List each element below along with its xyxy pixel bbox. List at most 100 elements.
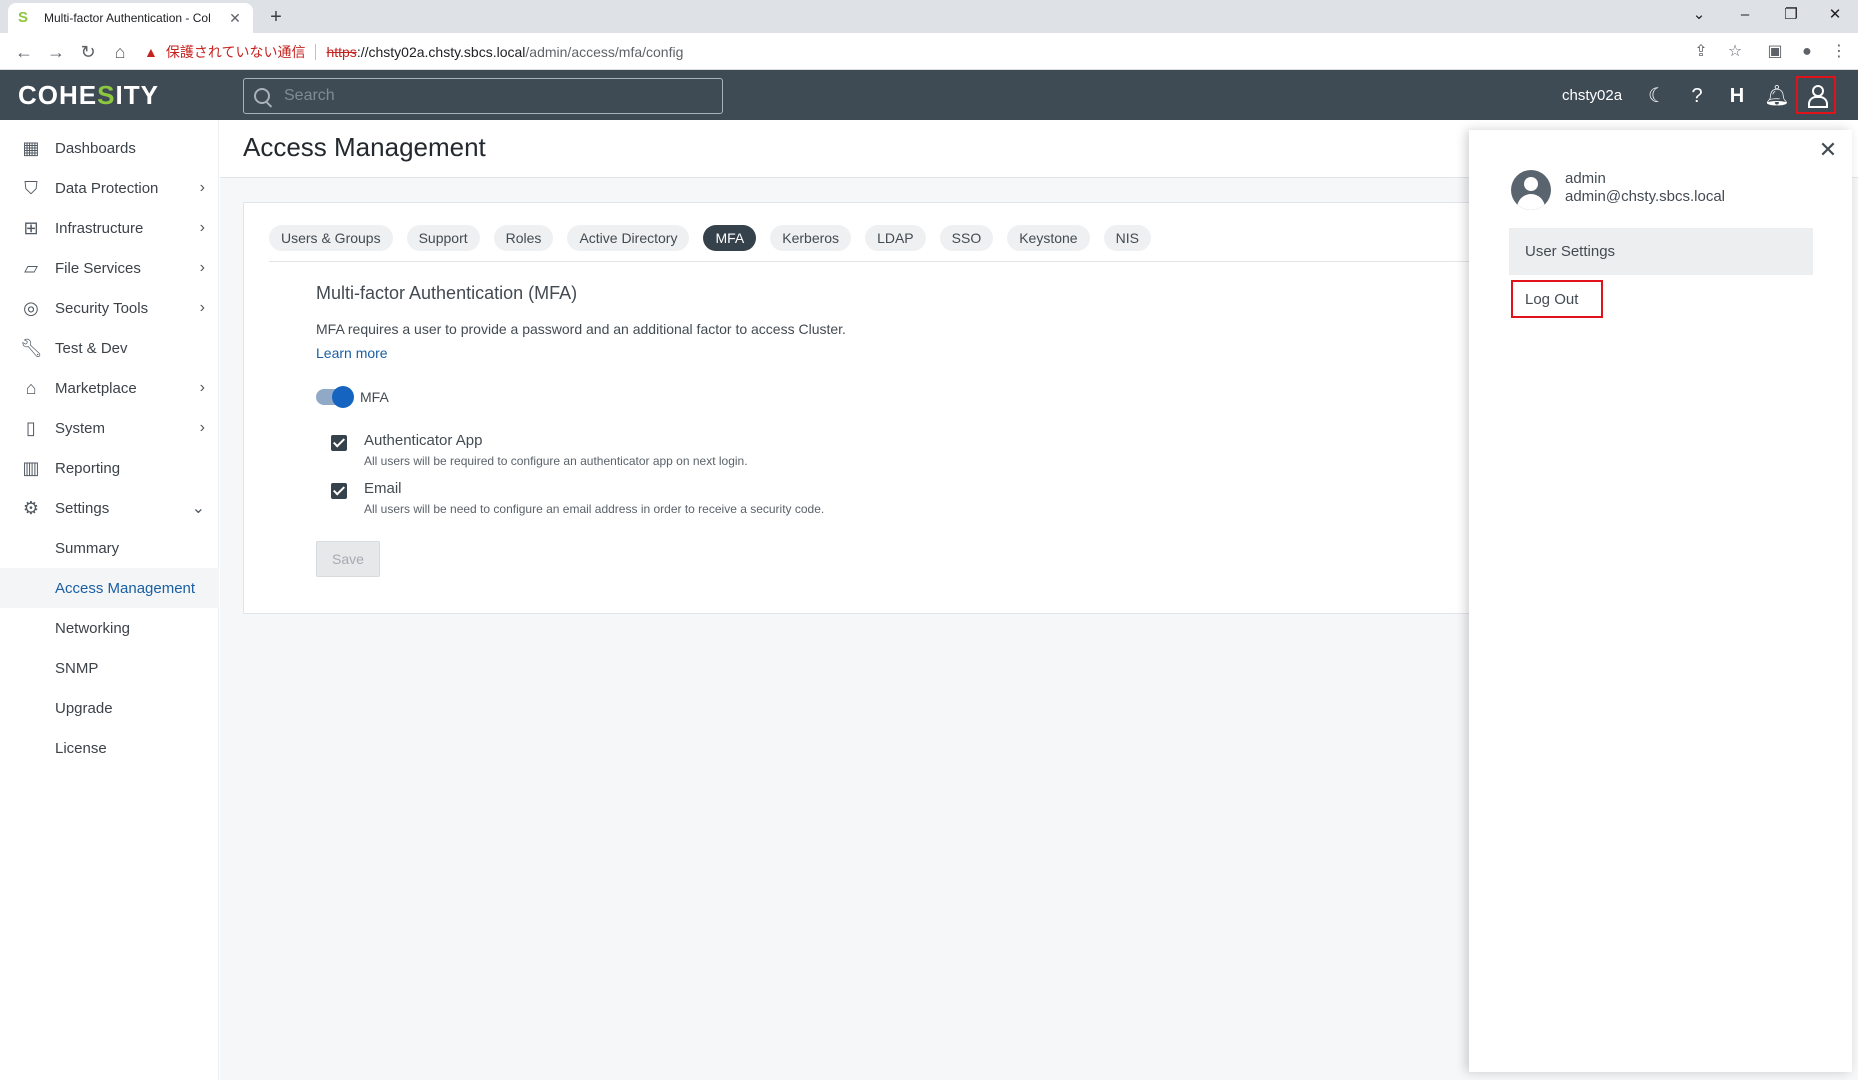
- sidebar-item-system[interactable]: ▯ System ›: [0, 408, 219, 448]
- tab-search-chevron-icon[interactable]: ⌄: [1676, 0, 1722, 33]
- warning-icon: ▲: [144, 44, 158, 60]
- browser-address-bar: ← → ↻ ⌂ ▲ 保護されていない通信 https ://chsty02a.c…: [0, 33, 1858, 70]
- tab-support[interactable]: Support: [406, 225, 480, 251]
- new-tab-icon[interactable]: +: [264, 6, 288, 30]
- profile-icon[interactable]: ●: [1794, 39, 1820, 65]
- tab-close-icon[interactable]: ✕: [227, 10, 243, 27]
- mfa-toggle[interactable]: [316, 386, 354, 408]
- url-protocol: https: [326, 44, 357, 60]
- email-checkbox[interactable]: [331, 483, 347, 499]
- fingerprint-icon: ◎: [23, 298, 39, 318]
- bell-icon[interactable]: 🔔︎: [1764, 83, 1790, 109]
- chevron-right-icon: ›: [199, 379, 205, 396]
- access-tabs: Users & Groups Support Roles Active Dire…: [269, 225, 1165, 251]
- chevron-right-icon: ›: [199, 179, 205, 196]
- sidebar-subitem-upgrade[interactable]: Upgrade: [0, 688, 219, 728]
- user-email: admin@chsty.sbcs.local: [1565, 188, 1726, 205]
- sidebar-subitem-access-management[interactable]: Access Management: [0, 568, 219, 608]
- dashboard-icon: ▦: [22, 138, 40, 158]
- sidebar-subitem-networking[interactable]: Networking: [0, 608, 219, 648]
- user-menu-button[interactable]: [1796, 76, 1836, 114]
- user-icon: [1807, 85, 1828, 108]
- avatar: [1511, 170, 1551, 210]
- search-input[interactable]: [284, 87, 704, 105]
- minimize-icon[interactable]: –: [1722, 0, 1768, 33]
- authenticator-app-subtitle: All users will be required to configure …: [364, 454, 748, 468]
- mfa-toggle-label: MFA: [360, 389, 389, 405]
- wrench-icon: 🔧︎: [20, 338, 43, 358]
- browser-menu-icon[interactable]: ⋮: [1826, 39, 1852, 65]
- cluster-name[interactable]: chsty02a: [1562, 87, 1622, 104]
- mfa-description: MFA requires a user to provide a passwor…: [316, 321, 846, 337]
- close-icon[interactable]: ✕: [1816, 138, 1840, 162]
- sidebar: ▦ Dashboards ⛉ Data Protection › ⊞ Infra…: [0, 120, 219, 1080]
- sidebar-item-settings[interactable]: ⚙ Settings ⌄: [0, 488, 219, 528]
- dark-mode-moon-icon[interactable]: ☾: [1644, 83, 1670, 109]
- sidebar-subitem-license[interactable]: License: [0, 728, 219, 768]
- window-close-icon[interactable]: ✕: [1812, 0, 1858, 33]
- url-separator: [315, 44, 317, 60]
- url-field[interactable]: ▲ 保護されていない通信 https ://chsty02a.chsty.sbc…: [144, 39, 683, 65]
- url-path: /admin/access/mfa/config: [525, 44, 684, 60]
- section-title: Multi-factor Authentication (MFA): [316, 283, 578, 303]
- mfa-card: Users & Groups Support Roles Active Dire…: [243, 202, 1664, 614]
- search-icon: [254, 88, 270, 104]
- url-host: ://chsty02a.chsty.sbcs.local: [356, 44, 526, 60]
- chevron-right-icon: ›: [199, 259, 205, 276]
- tab-users-groups[interactable]: Users & Groups: [269, 225, 393, 251]
- user-menu-panel: ✕ admin admin@chsty.sbcs.local User Sett…: [1469, 130, 1852, 1072]
- forward-icon[interactable]: →: [42, 38, 70, 66]
- restore-icon[interactable]: ❐: [1768, 0, 1814, 33]
- global-search[interactable]: [243, 78, 723, 114]
- browser-tab[interactable]: S Multi-factor Authentication - Col ✕: [8, 3, 253, 33]
- cohesity-logo[interactable]: COHESITY: [18, 80, 159, 111]
- chevron-right-icon: ›: [199, 419, 205, 436]
- tab-sso[interactable]: SSO: [939, 225, 994, 251]
- bookmark-star-icon[interactable]: ☆: [1722, 39, 1748, 65]
- browser-tab-bar: S Multi-factor Authentication - Col ✕ + …: [0, 0, 1858, 33]
- sidebar-item-data-protection[interactable]: ⛉ Data Protection ›: [0, 168, 219, 208]
- side-panel-icon[interactable]: ▣: [1762, 39, 1788, 65]
- log-out-menu-item[interactable]: Log Out: [1511, 280, 1603, 318]
- learn-more-link[interactable]: Learn more: [316, 345, 388, 361]
- system-icon: ▯: [26, 418, 36, 438]
- tab-ldap[interactable]: LDAP: [865, 225, 926, 251]
- authenticator-app-checkbox[interactable]: [331, 435, 347, 451]
- authenticator-app-title: Authenticator App: [364, 432, 483, 449]
- back-icon[interactable]: ←: [10, 38, 38, 66]
- save-button[interactable]: Save: [316, 541, 380, 577]
- user-name: admin: [1565, 170, 1606, 187]
- browser-tab-title: Multi-factor Authentication - Col: [44, 11, 211, 25]
- security-warning[interactable]: 保護されていない通信: [166, 42, 306, 62]
- tab-keystone[interactable]: Keystone: [1007, 225, 1090, 251]
- chart-icon: ▥: [22, 458, 40, 478]
- tab-roles[interactable]: Roles: [493, 225, 554, 251]
- user-settings-menu-item[interactable]: User Settings: [1509, 228, 1813, 275]
- sidebar-item-reporting[interactable]: ▥ Reporting: [0, 448, 219, 488]
- sidebar-item-file-services[interactable]: ▱ File Services ›: [0, 248, 219, 288]
- chevron-right-icon: ›: [199, 219, 205, 236]
- tab-mfa[interactable]: MFA: [703, 225, 757, 251]
- shield-icon: ⛉: [24, 178, 38, 198]
- page-title: Access Management: [243, 132, 486, 162]
- tab-kerberos[interactable]: Kerberos: [770, 225, 852, 251]
- tab-active-directory[interactable]: Active Directory: [567, 225, 690, 251]
- tab-nis[interactable]: NIS: [1103, 225, 1151, 251]
- reload-icon[interactable]: ↻: [74, 38, 102, 66]
- sidebar-item-test-dev[interactable]: 🔧︎ Test & Dev: [0, 328, 219, 368]
- sidebar-subitem-snmp[interactable]: SNMP: [0, 648, 219, 688]
- store-icon: ⌂: [25, 378, 37, 398]
- chevron-right-icon: ›: [199, 299, 205, 316]
- sidebar-item-security-tools[interactable]: ◎ Security Tools ›: [0, 288, 219, 328]
- home-icon[interactable]: ⌂: [106, 38, 134, 66]
- share-icon[interactable]: ⇪: [1688, 39, 1714, 65]
- help-icon[interactable]: ?: [1684, 83, 1710, 109]
- sidebar-item-marketplace[interactable]: ⌂ Marketplace ›: [0, 368, 219, 408]
- sidebar-subitem-summary[interactable]: Summary: [0, 528, 219, 568]
- toggle-knob: [332, 386, 354, 408]
- sidebar-item-infrastructure[interactable]: ⊞ Infrastructure ›: [0, 208, 219, 248]
- sidebar-item-dashboards[interactable]: ▦ Dashboards: [0, 128, 219, 168]
- helios-icon[interactable]: H: [1724, 83, 1750, 109]
- gear-icon: ⚙: [22, 498, 40, 518]
- cohesity-favicon-icon: S: [18, 9, 29, 26]
